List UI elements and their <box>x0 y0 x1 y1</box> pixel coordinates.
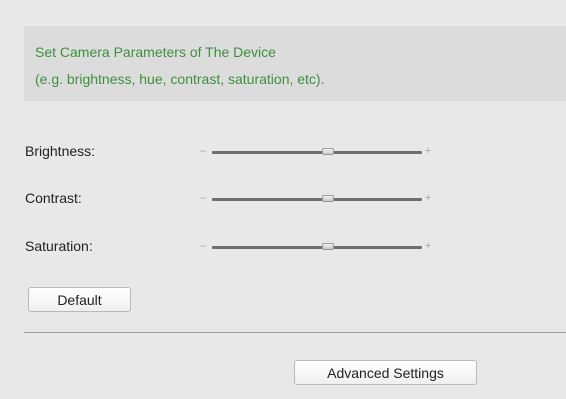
saturation-slider[interactable]: – + <box>200 237 435 257</box>
saturation-label: Saturation: <box>25 238 93 254</box>
contrast-slider-track[interactable] <box>212 198 422 201</box>
brightness-slider-track[interactable] <box>212 151 422 154</box>
contrast-label: Contrast: <box>25 190 82 206</box>
info-title: Set Camera Parameters of The Device <box>35 44 276 60</box>
contrast-minus-icon[interactable]: – <box>200 190 206 206</box>
saturation-plus-icon[interactable]: + <box>425 238 431 254</box>
info-description: (e.g. brightness, hue, contrast, saturat… <box>35 71 325 87</box>
contrast-plus-icon[interactable]: + <box>425 190 431 206</box>
brightness-plus-icon[interactable]: + <box>425 143 431 159</box>
brightness-slider-thumb[interactable] <box>321 148 334 155</box>
camera-parameters-panel: Set Camera Parameters of The Device (e.g… <box>0 0 566 399</box>
saturation-row: Saturation: – + <box>25 237 465 257</box>
divider <box>24 332 566 333</box>
info-box: Set Camera Parameters of The Device (e.g… <box>24 26 566 101</box>
default-button[interactable]: Default <box>28 287 131 312</box>
contrast-slider[interactable]: – + <box>200 189 435 209</box>
saturation-slider-track[interactable] <box>212 246 422 249</box>
saturation-minus-icon[interactable]: – <box>200 238 206 254</box>
brightness-slider[interactable]: – + <box>200 142 435 162</box>
brightness-label: Brightness: <box>25 143 96 159</box>
contrast-row: Contrast: – + <box>25 189 465 209</box>
brightness-minus-icon[interactable]: – <box>200 143 206 159</box>
advanced-settings-button[interactable]: Advanced Settings <box>294 360 477 385</box>
saturation-slider-thumb[interactable] <box>321 243 334 250</box>
brightness-row: Brightness: – + <box>25 142 465 162</box>
contrast-slider-thumb[interactable] <box>321 195 334 202</box>
